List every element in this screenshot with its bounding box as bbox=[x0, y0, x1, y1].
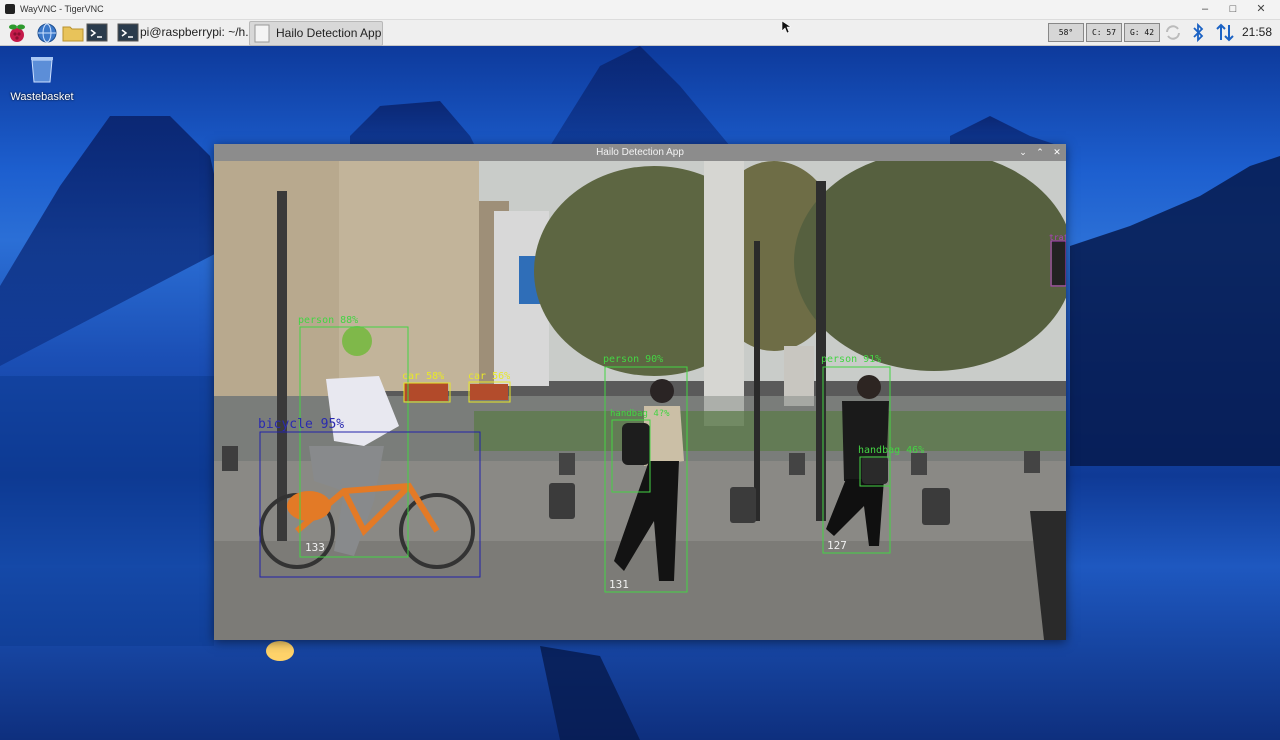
task-label: pi@raspberrypi: ~/h.. bbox=[140, 25, 252, 39]
video-feed: person 88% bicycle 95% car 58% car 56% p… bbox=[214, 161, 1066, 640]
task-hailo-app[interactable]: Hailo Detection App bbox=[249, 21, 383, 46]
maximize-button[interactable]: □ bbox=[1226, 2, 1240, 16]
close-button[interactable]: ✕ bbox=[1050, 144, 1064, 161]
track-id: 131 bbox=[609, 578, 629, 591]
wastebasket-shortcut[interactable]: Wastebasket bbox=[8, 54, 76, 103]
minimize-button[interactable]: – bbox=[1198, 2, 1212, 16]
terminal-icon[interactable] bbox=[86, 22, 108, 43]
detection-label-person: person 88% bbox=[298, 315, 359, 326]
file-manager-icon[interactable] bbox=[61, 22, 85, 43]
wastebasket-icon bbox=[31, 57, 53, 83]
detection-label-person: person 91% bbox=[821, 354, 882, 365]
detection-label-person: person 90% bbox=[603, 354, 664, 365]
network-icon[interactable] bbox=[1214, 22, 1236, 43]
detection-label-handbag: handbag 4?% bbox=[610, 409, 670, 419]
app-window-icon bbox=[254, 24, 270, 43]
detection-label-traffic-light: traf bbox=[1049, 233, 1066, 242]
updater-icon[interactable] bbox=[1163, 22, 1183, 43]
close-button[interactable]: ✕ bbox=[1254, 2, 1268, 16]
task-label: Hailo Detection App bbox=[276, 26, 382, 40]
web-browser-icon[interactable] bbox=[36, 22, 58, 43]
top-panel: pi@raspberrypi: ~/h.. Hailo Detection Ap… bbox=[0, 20, 1280, 46]
minimize-button[interactable]: ⌄ bbox=[1016, 144, 1030, 161]
maximize-button[interactable]: ⌃ bbox=[1033, 144, 1047, 161]
temperature-monitor[interactable]: 58° bbox=[1048, 23, 1084, 42]
detection-label-bicycle: bicycle 95% bbox=[258, 417, 345, 432]
tigervnc-logo-icon bbox=[5, 4, 15, 14]
app-window-title: Hailo Detection App bbox=[596, 147, 684, 158]
task-terminal[interactable]: pi@raspberrypi: ~/h.. bbox=[114, 21, 252, 44]
track-id: 127 bbox=[827, 539, 847, 552]
hailo-detection-window: Hailo Detection App ⌄ ⌃ ✕ person 88% bic… bbox=[214, 144, 1066, 640]
vnc-window-title: WayVNC - TigerVNC bbox=[20, 4, 104, 14]
cpu-monitor[interactable]: C: 57 bbox=[1086, 23, 1122, 42]
app-titlebar[interactable]: Hailo Detection App ⌄ ⌃ ✕ bbox=[214, 144, 1066, 161]
bluetooth-icon[interactable] bbox=[1190, 22, 1206, 43]
detection-label-handbag: handbag 46% bbox=[858, 445, 925, 456]
track-id: 133 bbox=[305, 541, 325, 554]
vnc-titlebar: WayVNC - TigerVNC – □ ✕ bbox=[0, 0, 1280, 20]
street-scene bbox=[214, 161, 1066, 640]
wastebasket-label: Wastebasket bbox=[10, 91, 74, 103]
raspberry-menu-icon[interactable] bbox=[6, 22, 28, 43]
gpu-monitor[interactable]: G: 42 bbox=[1124, 23, 1160, 42]
clock[interactable]: 21:58 bbox=[1242, 25, 1272, 39]
detection-label-car: car 58% bbox=[402, 371, 445, 382]
detection-label-car: car 56% bbox=[468, 371, 511, 382]
terminal-icon bbox=[117, 23, 139, 42]
mouse-cursor-icon bbox=[781, 20, 791, 34]
